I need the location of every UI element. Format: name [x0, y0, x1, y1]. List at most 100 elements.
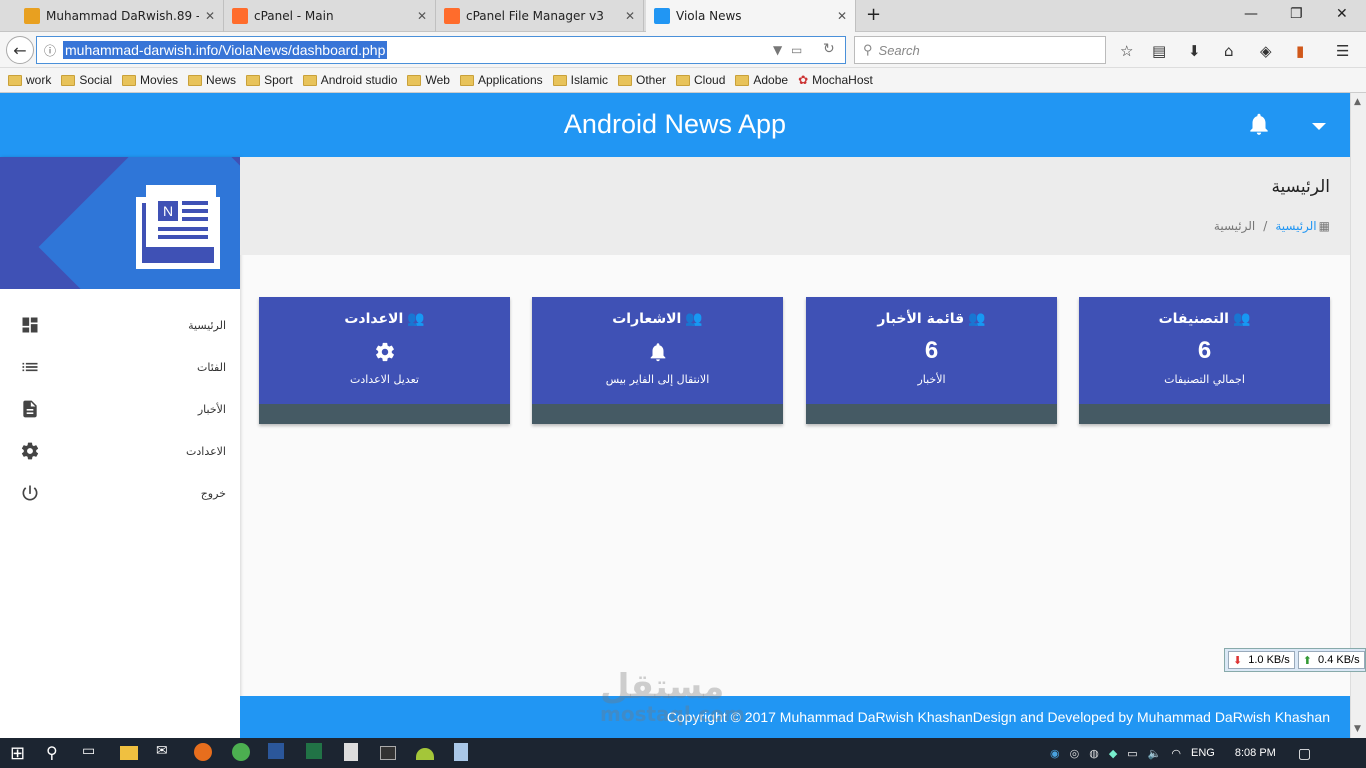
firefox-icon[interactable] [194, 743, 212, 761]
new-tab-button[interactable]: + [866, 4, 881, 25]
dropdown-arrow-icon[interactable]: ▼ [773, 43, 782, 57]
notification-bell-icon[interactable] [1246, 111, 1272, 137]
card-settings[interactable]: الاعدادت 👥 تعديل الاعدادت [259, 297, 510, 424]
sidebar-item-categories[interactable]: الفئات [0, 347, 240, 387]
sidebar-item-news[interactable]: الأخبار [0, 389, 240, 429]
battery-icon[interactable]: ▭ [1127, 747, 1137, 760]
bookmark-web[interactable]: Web [407, 73, 450, 87]
task-view-icon[interactable]: ▭ [82, 743, 102, 763]
bookmark-android-studio[interactable]: Android studio [302, 73, 397, 87]
bookmark-star-icon[interactable]: ☆ [1120, 42, 1133, 60]
home-icon[interactable]: ⌂ [1224, 42, 1234, 60]
bookmark-other[interactable]: Other [618, 73, 666, 87]
folder-icon [8, 74, 22, 86]
bookmark-label: Social [79, 73, 113, 87]
power-icon [22, 485, 38, 501]
wifi-icon[interactable]: ◠ [1171, 747, 1181, 760]
chrome-icon[interactable] [232, 743, 250, 761]
sidebar-item-home[interactable]: الرئيسية [0, 305, 240, 345]
bookmark-adobe[interactable]: Adobe [735, 73, 788, 87]
bookmark-label: MochaHost [812, 73, 873, 87]
reader-view-icon[interactable]: ▭ [791, 43, 802, 57]
download-icon[interactable]: ⬇ [1188, 42, 1201, 60]
maximize-button[interactable]: ❐ [1290, 6, 1303, 22]
word-icon[interactable] [268, 743, 284, 759]
scroll-down-icon[interactable]: ▼ [1354, 724, 1361, 734]
notepad-icon[interactable] [454, 743, 468, 761]
tab-close-icon[interactable]: ✕ [625, 9, 635, 23]
addon-icon[interactable]: ▮ [1296, 42, 1304, 60]
gear-icon [376, 342, 394, 362]
search-icon[interactable]: ⚲ [46, 743, 66, 763]
user-menu-caret-icon[interactable] [1312, 123, 1326, 130]
menu-icon[interactable]: ☰ [1336, 42, 1349, 60]
mail-icon[interactable]: ✉ [156, 743, 176, 763]
bookmark-label: Cloud [694, 73, 726, 87]
scroll-up-icon[interactable]: ▲ [1354, 97, 1361, 107]
users-icon: 👥 [685, 311, 703, 327]
search-input[interactable]: ⚲ Search [854, 36, 1106, 64]
users-icon: 👥 [968, 311, 986, 327]
library-icon[interactable]: ▤ [1152, 42, 1166, 60]
url-bar[interactable]: ⓘ muhammad-darwish.info/ViolaNews/dashbo… [36, 36, 846, 64]
close-window-button[interactable]: ✕ [1336, 6, 1348, 22]
excel-icon[interactable] [306, 743, 322, 759]
footer-text: Copyright © 2017 Muhammad DaRwish Khasha… [666, 709, 1330, 725]
bookmark-work[interactable]: work [8, 73, 51, 87]
sidebar-item-logout[interactable]: خروج [0, 473, 240, 513]
card-news-list[interactable]: قائمة الأخبار 👥 6 الأخبار [806, 297, 1057, 424]
info-icon[interactable]: ⓘ [37, 42, 63, 59]
tray-app-icon[interactable]: ◆ [1109, 747, 1117, 760]
tab-muhammad-darwish[interactable]: Muhammad DaRwish.89 - ج ✕ [16, 0, 224, 32]
card-categories[interactable]: التصنيفات 👥 6 اجمالي التصنيفات [1079, 297, 1330, 424]
tray-app-icon[interactable]: ◉ [1050, 747, 1060, 760]
windows-start-icon[interactable]: ⊞ [10, 743, 30, 764]
bookmark-label: work [26, 73, 52, 87]
page-scrollbar[interactable]: ▲ ▼ [1350, 93, 1366, 738]
folder-icon [188, 74, 203, 86]
tab-cpanel-main[interactable]: cPanel - Main ✕ [224, 0, 436, 32]
tab-close-icon[interactable]: ✕ [205, 9, 215, 23]
folder-icon [407, 74, 422, 86]
notifications-icon[interactable]: ▢ [1298, 745, 1311, 762]
reload-icon[interactable]: ↻ [823, 41, 835, 57]
tray-app-icon[interactable]: ◎ [1070, 747, 1080, 760]
bookmark-cloud[interactable]: Cloud [676, 73, 725, 87]
bookmark-applications[interactable]: Applications [459, 73, 543, 87]
calculator-icon[interactable] [344, 743, 358, 761]
tab-close-icon[interactable]: ✕ [837, 9, 847, 23]
bookmark-social[interactable]: Social [61, 73, 112, 87]
volume-icon[interactable]: 🔈 [1148, 747, 1162, 760]
system-tray: ◉ ◎ ◍ ◆ ▭ 🔈 ◠ ENG 8:08 PM ▢ [1050, 738, 1311, 768]
bookmark-mochahost[interactable]: ✿ MochaHost [798, 73, 873, 87]
bookmark-sport[interactable]: Sport [246, 73, 293, 87]
clock[interactable]: 8:08 PM [1235, 747, 1276, 759]
bookmark-islamic[interactable]: Islamic [552, 73, 608, 87]
card-title: الاشعارات 👥 [532, 311, 783, 327]
tray-app-icon[interactable]: ◍ [1089, 747, 1099, 760]
tab-viola-news[interactable]: Viola News ✕ [646, 0, 856, 32]
card-notifications[interactable]: الاشعارات 👥 الانتقال إلى الفاير بيس [532, 297, 783, 424]
folder-icon [122, 74, 137, 86]
sidebar-item-label: الاعدادت [186, 444, 226, 458]
card-body: قائمة الأخبار 👥 6 الأخبار [806, 297, 1057, 404]
file-explorer-icon[interactable] [120, 746, 138, 760]
back-button[interactable]: ← [6, 36, 34, 64]
breadcrumb-link-home[interactable]: الرئيسية [1275, 219, 1316, 233]
android-studio-icon[interactable] [416, 748, 434, 760]
tab-favicon-icon [24, 8, 40, 24]
minimize-button[interactable]: — [1244, 6, 1258, 22]
sidebar-item-settings[interactable]: الاعدادت [0, 431, 240, 471]
bookmark-label: Movies [140, 73, 179, 87]
language-indicator[interactable]: ENG [1191, 747, 1215, 759]
list-icon [22, 362, 38, 372]
card-body: الاشعارات 👥 الانتقال إلى الفاير بيس [532, 297, 783, 404]
url-text[interactable]: muhammad-darwish.info/ViolaNews/dashboar… [63, 41, 388, 59]
bookmark-movies[interactable]: Movies [122, 73, 178, 87]
sidebar: N الرئيسية الفئات الأخبار الاعدادت خروج [0, 157, 240, 738]
tab-cpanel-file-manager[interactable]: cPanel File Manager v3 ✕ [436, 0, 644, 32]
tab-close-icon[interactable]: ✕ [417, 9, 427, 23]
cmd-icon[interactable] [380, 746, 396, 760]
bookmark-news[interactable]: News [188, 73, 236, 87]
pocket-icon[interactable]: ◈ [1260, 42, 1272, 60]
